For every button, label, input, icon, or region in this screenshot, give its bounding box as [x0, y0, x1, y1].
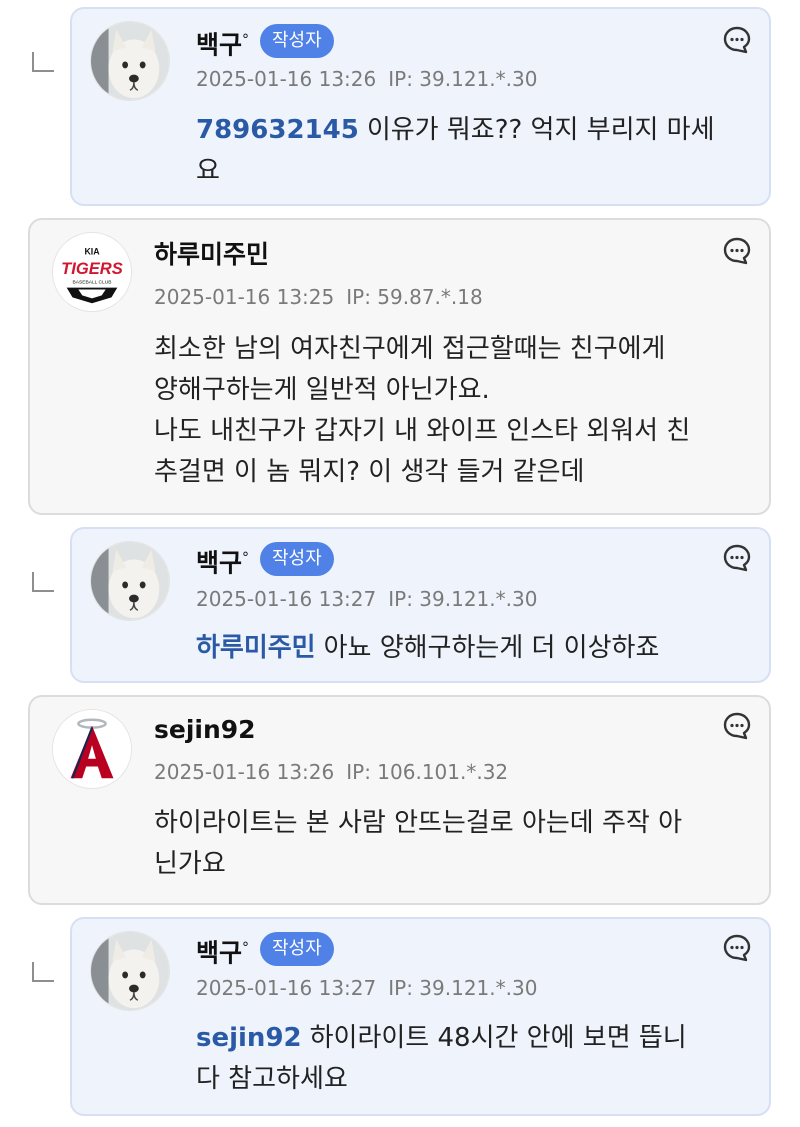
author-badge: 작성자: [260, 542, 334, 576]
author-avatar-angels[interactable]: [52, 709, 132, 789]
reply-arrow-icon: [32, 962, 54, 982]
comment-body: 하이라이트는 본 사람 안뜨는걸로 아는데 주작 아 닌가요: [154, 808, 682, 879]
reply-card: 백구° 작성자 2025-01-16 13:27 IP: 39.121.*.30 …: [70, 917, 771, 1116]
mention-link[interactable]: 789632145: [196, 115, 359, 145]
comment-date: 2025-01-16 13:26: [154, 760, 335, 784]
comment-body: 하루미주민 아뇨 양해구하는게 더 이상하죠: [196, 633, 660, 663]
comment-body: 최소한 남의 여자친구에게 접근할때는 친구에게 양해구하는게 일반적 아닌가요…: [154, 334, 691, 487]
comment-ip: IP: 106.101.*.32: [346, 760, 509, 784]
comment-meta: 2025-01-16 13:26 IP: 106.101.*.32: [154, 759, 508, 785]
tigers-logo-avatar: [53, 233, 131, 311]
mention-link[interactable]: 하루미주민: [196, 633, 316, 663]
author-nickname[interactable]: 백구°: [196, 543, 249, 578]
comment-date: 2025-01-16 13:25: [154, 285, 335, 309]
mention-link[interactable]: sejin92: [196, 1023, 302, 1053]
comment-ip: IP: 39.121.*.30: [388, 67, 538, 91]
comment-meta: 2025-01-16 13:26 IP: 39.121.*.30: [196, 66, 537, 92]
reply-card: 백구° 작성자 2025-01-16 13:27 IP: 39.121.*.30 …: [70, 527, 771, 683]
comment-meta: 2025-01-16 13:27 IP: 39.121.*.30: [196, 975, 537, 1001]
reply-arrow-icon: [32, 572, 54, 592]
comment-thread: 백구° 작성자 2025-01-16 13:26 IP: 39.121.*.30 …: [0, 0, 800, 1127]
author-badge: 작성자: [260, 932, 334, 966]
comment-card: sejin92 2025-01-16 13:26 IP: 106.101.*.32…: [28, 695, 771, 905]
author-avatar-dog[interactable]: [90, 931, 170, 1011]
angels-logo-avatar: [53, 710, 131, 788]
comment-date: 2025-01-16 13:27: [196, 976, 377, 1000]
comment-ip: IP: 59.87.*.18: [346, 285, 483, 309]
comment-ip: IP: 39.121.*.30: [388, 587, 538, 611]
author-nickname[interactable]: 백구°: [196, 933, 249, 968]
author-nickname[interactable]: 백구°: [196, 25, 249, 60]
comment-bubble-icon[interactable]: [722, 236, 752, 266]
comment-body: sejin92 하이라이트 48시간 안에 보면 뜹니 다 참고하세요: [196, 1023, 687, 1094]
reply-card: 백구° 작성자 2025-01-16 13:26 IP: 39.121.*.30 …: [70, 7, 771, 206]
author-avatar-dog[interactable]: [90, 21, 170, 101]
comment-ip: IP: 39.121.*.30: [388, 976, 538, 1000]
comment-bubble-icon[interactable]: [722, 25, 752, 55]
comment-bubble-icon[interactable]: [722, 711, 752, 741]
author-nickname[interactable]: 하루미주민: [154, 240, 269, 270]
comment-body: 789632145 이유가 뭐죠?? 억지 부리지 마세 요: [196, 115, 715, 186]
comment-bubble-icon[interactable]: [722, 933, 752, 963]
reply-arrow-icon: [32, 52, 54, 72]
author-avatar-tigers[interactable]: [52, 232, 132, 312]
author-avatar-dog[interactable]: [90, 541, 170, 621]
author-nickname[interactable]: sejin92: [154, 715, 256, 745]
comment-card: 하루미주민 2025-01-16 13:25 IP: 59.87.*.18 최소한…: [28, 218, 771, 515]
dog-avatar: [91, 932, 169, 1010]
dog-avatar: [91, 542, 169, 620]
comment-date: 2025-01-16 13:27: [196, 587, 377, 611]
comment-date: 2025-01-16 13:26: [196, 67, 377, 91]
comment-bubble-icon[interactable]: [722, 543, 752, 573]
comment-meta: 2025-01-16 13:27 IP: 39.121.*.30: [196, 586, 537, 612]
dog-avatar: [91, 22, 169, 100]
comment-meta: 2025-01-16 13:25 IP: 59.87.*.18: [154, 284, 483, 310]
author-badge: 작성자: [260, 24, 334, 58]
